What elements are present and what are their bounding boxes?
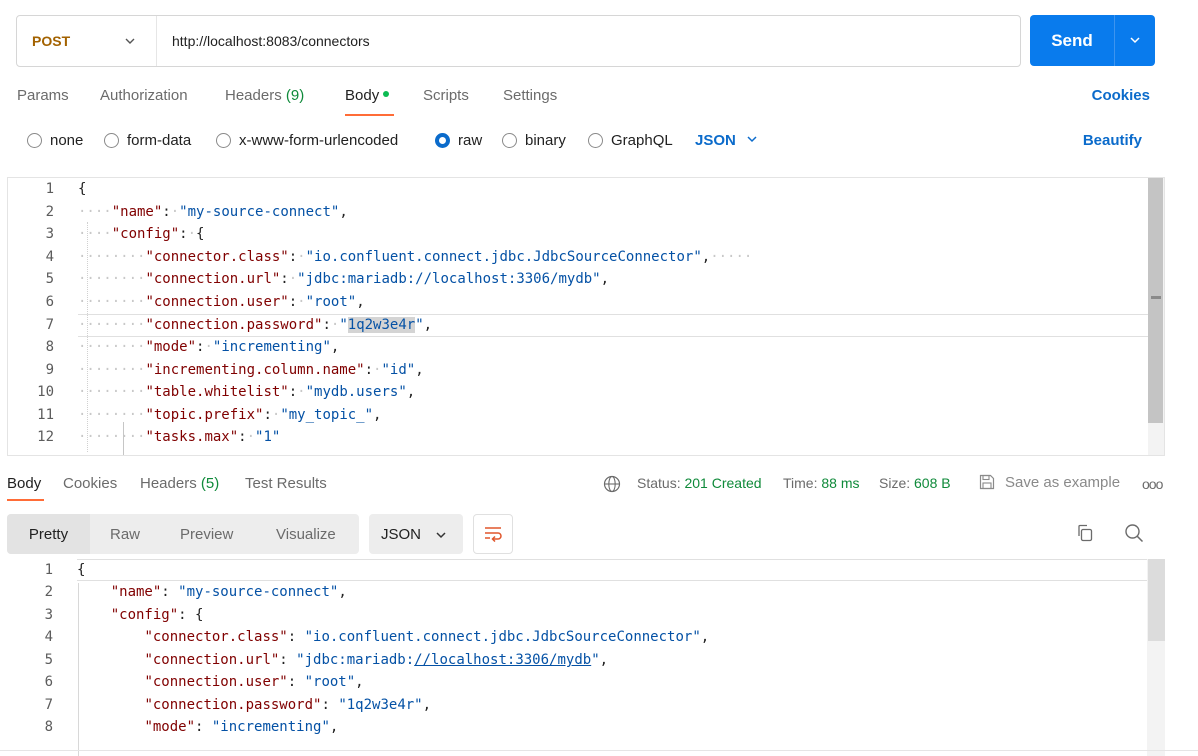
code-line: 12 ········"tasks.max":·"1" [37, 429, 281, 445]
tab-body[interactable]: Body [345, 87, 390, 104]
send-button-group: Send [1030, 15, 1155, 66]
save-as-example-button[interactable]: Save as example [978, 473, 1120, 491]
radio-icon [104, 133, 119, 148]
radio-binary[interactable]: binary [502, 132, 566, 149]
radio-graphql[interactable]: GraphQL [588, 132, 673, 149]
response-headers-count: (5) [200, 475, 220, 492]
tab-authorization[interactable]: Authorization [100, 87, 188, 104]
response-scrollbar[interactable] [1147, 559, 1165, 756]
code-line: 10 ········"table.whitelist":·"mydb.user… [37, 384, 416, 400]
radio-selected-icon [435, 133, 450, 148]
tab-headers[interactable]: Headers (9) [225, 87, 304, 104]
response-tab-cookies[interactable]: Cookies [63, 475, 117, 492]
response-tab-body[interactable]: Body [7, 475, 41, 492]
code-line: 8 ········"mode":·"incrementing", [45, 339, 340, 355]
radio-icon [502, 133, 517, 148]
view-mode-visualize[interactable]: Visualize [276, 514, 336, 554]
beautify-button[interactable]: Beautify [1083, 132, 1142, 149]
code-line: 4 ········"connector.class":·"io.conflue… [45, 249, 753, 265]
code-line: 1 { [45, 181, 87, 197]
response-tab-headers[interactable]: Headers (5) [140, 475, 219, 492]
chevron-down-icon [435, 528, 447, 545]
radio-none[interactable]: none [27, 132, 83, 149]
scrollbar-thumb[interactable] [1148, 559, 1165, 641]
chevron-down-icon [124, 34, 136, 50]
radio-form-data[interactable]: form-data [104, 132, 191, 149]
method-label: POST [32, 33, 71, 49]
radio-raw[interactable]: raw [435, 132, 482, 149]
status-value: 201 Created [684, 475, 762, 491]
response-tab-test-results[interactable]: Test Results [245, 475, 327, 492]
globe-icon[interactable] [603, 475, 621, 496]
radio-icon [27, 133, 42, 148]
code-line: 1 { [44, 562, 86, 578]
code-line: 5 ········"connection.url":·"jdbc:mariad… [45, 271, 610, 287]
selected-text: 1q2w3e4r [347, 317, 416, 333]
chevron-down-icon [1129, 33, 1141, 49]
view-mode-pretty[interactable]: Pretty [7, 514, 90, 554]
response-body-viewer[interactable]: 1 { 2 "name": "my-source-connect", 3 "co… [7, 559, 1165, 756]
more-options-icon[interactable]: ooo [1142, 476, 1163, 492]
send-options-button[interactable] [1114, 15, 1155, 66]
wrap-lines-icon [483, 524, 503, 545]
request-tabs: Params Authorization Headers (9) Body Sc… [0, 84, 1198, 116]
cookies-link[interactable]: Cookies [1092, 87, 1150, 104]
copy-icon [1075, 523, 1095, 546]
code-line: 5 "connection.url": "jdbc:mariadb://loca… [44, 652, 609, 668]
code-line: 6 ········"connection.user":·"root", [45, 294, 365, 310]
code-line: 11 ········"topic.prefix":·"my_topic_", [37, 407, 382, 423]
url-bar: POST http://localhost:8083/connectors [16, 15, 1021, 67]
active-tab-indicator [345, 114, 394, 116]
code-line: 3 ····"config":·{ [45, 226, 205, 242]
url-link[interactable]: //localhost:3306/mydb [414, 652, 591, 668]
size-indicator[interactable]: Size: 608 B [879, 475, 951, 491]
tab-params[interactable]: Params [17, 87, 69, 104]
code-line: 7 "connection.password": "1q2w3e4r", [44, 697, 432, 713]
radio-icon [588, 133, 603, 148]
view-mode-raw[interactable]: Raw [110, 514, 140, 554]
time-indicator[interactable]: Time: 88 ms [783, 475, 860, 491]
body-language-select[interactable]: JSON [695, 132, 758, 149]
radio-urlencoded[interactable]: x-www-form-urlencoded [216, 132, 398, 149]
code-line: 8 "mode": "incrementing", [44, 719, 339, 735]
search-icon [1124, 523, 1144, 546]
code-line: 3 "config": { [44, 607, 204, 623]
code-line: 7 ········"connection.password":·"1q2w3e… [45, 317, 433, 333]
send-button[interactable]: Send [1030, 31, 1114, 51]
response-format-select[interactable]: JSON [369, 514, 463, 554]
search-button[interactable] [1120, 520, 1148, 548]
time-value: 88 ms [821, 475, 860, 491]
headers-count: (9) [285, 87, 305, 104]
code-line: 9 ········"incrementing.column.name":·"i… [45, 362, 424, 378]
wrap-lines-button[interactable] [473, 514, 513, 554]
response-tabs: Body Cookies Headers (5) Test Results St… [0, 472, 1198, 501]
url-input[interactable]: http://localhost:8083/connectors [157, 33, 370, 49]
chevron-down-icon [746, 132, 758, 149]
code-line: 2 "name": "my-source-connect", [44, 584, 347, 600]
code-line: 4 "connector.class": "io.confluent.conne… [44, 629, 710, 645]
method-select[interactable]: POST [17, 16, 157, 66]
tab-settings[interactable]: Settings [503, 87, 557, 104]
body-modified-dot [383, 91, 390, 98]
request-body-editor[interactable]: 1 { 2 ····"name":·"my-source-connect", 3… [7, 177, 1165, 456]
code-line: 6 "connection.user": "root", [44, 674, 364, 690]
active-tab-indicator [7, 499, 44, 501]
view-mode-segmented: Pretty Raw Preview Visualize [7, 514, 359, 554]
body-type-row: none form-data x-www-form-urlencoded raw… [0, 130, 1198, 154]
tab-scripts[interactable]: Scripts [423, 87, 469, 104]
divider [0, 750, 1198, 751]
scrollbar-cursor-marker [1151, 296, 1161, 316]
view-mode-preview[interactable]: Preview [180, 514, 233, 554]
size-value: 608 B [914, 475, 951, 491]
code-line: 2 ····"name":·"my-source-connect", [45, 204, 348, 220]
save-icon [978, 473, 996, 491]
status-indicator[interactable]: Status: 201 Created [637, 475, 762, 491]
editor-scrollbar[interactable] [1148, 178, 1164, 455]
copy-button[interactable] [1071, 520, 1099, 548]
radio-icon [216, 133, 231, 148]
